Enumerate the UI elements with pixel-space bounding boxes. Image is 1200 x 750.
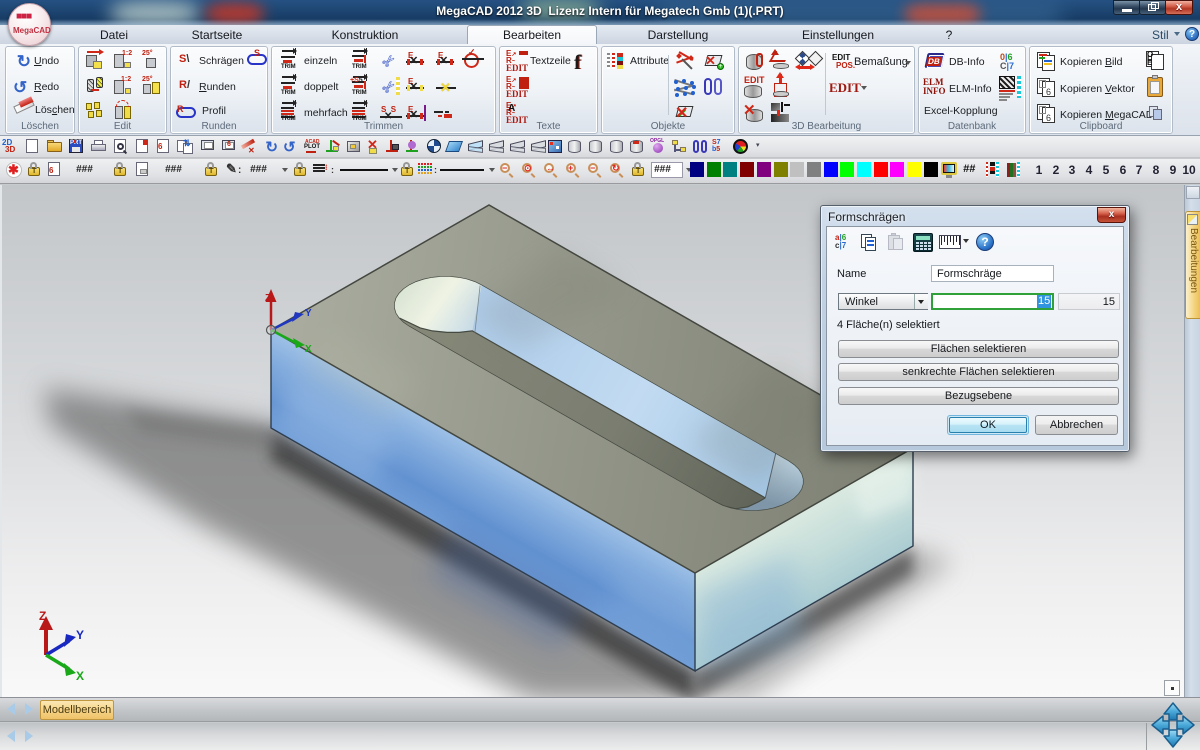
svg-text:Y: Y [305, 308, 312, 319]
svg-text:Z: Z [39, 609, 46, 623]
svg-text:Y: Y [76, 628, 84, 642]
svg-text:X: X [305, 344, 312, 355]
svg-text:X: X [76, 669, 84, 683]
svg-text:Z: Z [265, 293, 271, 304]
